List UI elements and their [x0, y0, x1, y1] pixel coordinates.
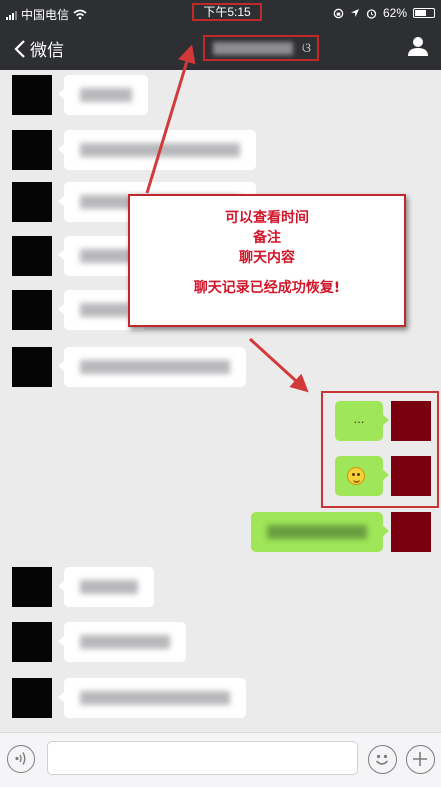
- avatar[interactable]: [12, 290, 52, 330]
- avatar[interactable]: [12, 567, 52, 607]
- blurred-message-text: [80, 580, 138, 594]
- nav-bar: 微信 ଓ: [0, 26, 441, 70]
- plus-icon: [413, 752, 427, 766]
- annotation-line-2: 备注: [253, 230, 281, 246]
- blurred-message-text: [80, 303, 130, 317]
- avatar[interactable]: [12, 622, 52, 662]
- message-bubble[interactable]: [58, 622, 186, 662]
- avatar[interactable]: [12, 678, 52, 718]
- avatar[interactable]: [12, 75, 52, 115]
- wifi-icon: [73, 9, 87, 20]
- status-left: 中国电信: [6, 6, 87, 23]
- message-bubble[interactable]: [251, 512, 389, 552]
- status-right: 62%: [333, 6, 435, 20]
- status-time: 下午5:15: [192, 3, 262, 21]
- emoji-icon: [375, 754, 389, 765]
- input-bar: [0, 732, 441, 787]
- battery-percent: 62%: [382, 6, 407, 20]
- carrier-label: 中国电信: [21, 8, 70, 22]
- battery-fill: [415, 10, 426, 16]
- back-label: 微信: [30, 41, 64, 60]
- avatar[interactable]: [12, 182, 52, 222]
- blurred-message-text: [80, 143, 240, 157]
- avatar[interactable]: [12, 347, 52, 387]
- blurred-message-text: [80, 360, 230, 374]
- message-bubble[interactable]: [58, 75, 148, 115]
- blurred-message-text: [80, 88, 132, 102]
- annotation-line-3: 聊天内容: [239, 250, 295, 266]
- recovered-messages-highlight: [321, 391, 439, 508]
- alarm-icon: [366, 8, 377, 19]
- signal-icon: [6, 10, 17, 20]
- blurred-title: [213, 42, 293, 55]
- message-bubble[interactable]: [58, 130, 256, 170]
- blurred-message-text: [80, 635, 170, 649]
- mute-icon: ଓ: [302, 40, 311, 55]
- battery-icon: [413, 8, 435, 18]
- annotation-line-4: 聊天记录已经成功恢复!: [193, 280, 341, 296]
- back-button[interactable]: 微信: [14, 36, 64, 61]
- blurred-message-text: [80, 691, 230, 705]
- annotation-line-1: 可以查看时间: [225, 210, 309, 226]
- user-icon[interactable]: [407, 35, 429, 57]
- message-bubble[interactable]: [58, 678, 246, 718]
- emoji-button[interactable]: [368, 745, 397, 774]
- message-bubble[interactable]: [58, 567, 154, 607]
- message-bubble[interactable]: [58, 347, 246, 387]
- blurred-message-text: [267, 525, 367, 539]
- location-icon: [350, 9, 359, 17]
- chat-title: ଓ: [203, 35, 319, 61]
- status-bar: 中国电信 下午5:15 62%: [0, 0, 441, 26]
- voice-icon: [15, 752, 26, 765]
- avatar[interactable]: [12, 130, 52, 170]
- more-button[interactable]: [406, 745, 435, 774]
- lock-rotation-icon: [333, 8, 344, 18]
- voice-button[interactable]: [7, 745, 35, 773]
- annotation-box: 可以查看时间 备注 聊天内容 聊天记录已经成功恢复!: [128, 194, 406, 327]
- message-input[interactable]: [47, 741, 358, 775]
- avatar[interactable]: [391, 512, 431, 552]
- avatar[interactable]: [12, 236, 52, 276]
- back-chevron-icon: [14, 39, 25, 58]
